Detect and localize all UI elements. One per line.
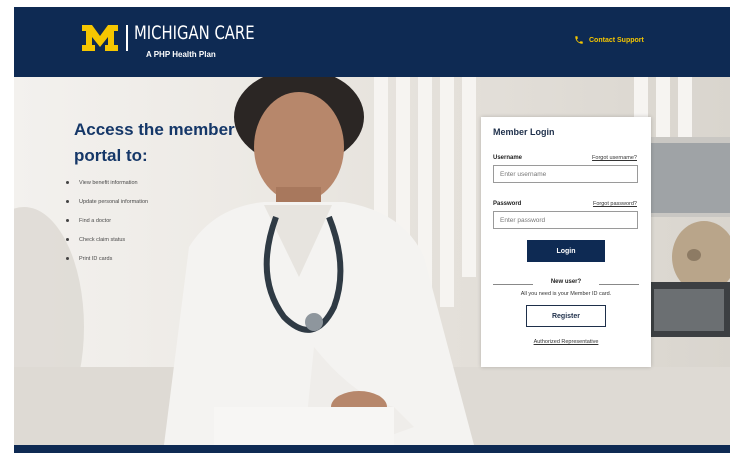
contact-support-link[interactable]: Contact Support <box>574 35 644 45</box>
brand-tagline: A PHP Health Plan <box>146 50 216 59</box>
bullet-dot-icon <box>66 238 69 241</box>
hero-bullet-list: View benefit information Update personal… <box>66 173 148 268</box>
block-m-logo[interactable] <box>82 25 118 51</box>
new-user-heading: New user? <box>550 279 582 285</box>
page-frame: MICHIGAN CARE A PHP Health Plan Contact … <box>14 7 730 453</box>
forgot-password-link[interactable]: Forgot password? <box>593 201 637 207</box>
hero-section: Access the member portal to: View benefi… <box>14 77 730 445</box>
login-title: Member Login <box>493 127 555 137</box>
bullet-dot-icon <box>66 219 69 222</box>
password-label: Password <box>493 201 522 207</box>
bullet-dot-icon <box>66 200 69 203</box>
login-button[interactable]: Login <box>527 240 605 262</box>
username-input[interactable] <box>493 165 638 183</box>
register-button[interactable]: Register <box>526 305 606 327</box>
new-user-text: All you need is your Member ID card. <box>520 291 612 297</box>
username-label: Username <box>493 155 523 161</box>
bullet-dot-icon <box>66 181 69 184</box>
hero-title: Access the member portal to: <box>74 120 235 165</box>
bullet-dot-icon <box>66 257 69 260</box>
bullet-item: View benefit information <box>66 173 148 192</box>
site-footer <box>14 445 730 453</box>
bullet-item: Print ID cards <box>66 249 148 268</box>
site-header: MICHIGAN CARE A PHP Health Plan Contact … <box>14 7 730 77</box>
bullet-item: Check claim status <box>66 230 148 249</box>
bullet-item: Update personal information <box>66 192 148 211</box>
bullet-item: Find a doctor <box>66 211 148 230</box>
authorized-representative-link[interactable]: Authorized Representative <box>481 339 651 345</box>
password-input[interactable] <box>493 211 638 229</box>
contact-support-label: Contact Support <box>589 36 644 44</box>
forgot-username-link[interactable]: Forgot username? <box>592 155 637 161</box>
logo-separator <box>126 25 128 51</box>
brand-name: MICHIGAN CARE <box>134 22 255 44</box>
phone-icon <box>575 36 583 44</box>
member-login-card: Member Login Username Forgot username? P… <box>481 117 651 367</box>
